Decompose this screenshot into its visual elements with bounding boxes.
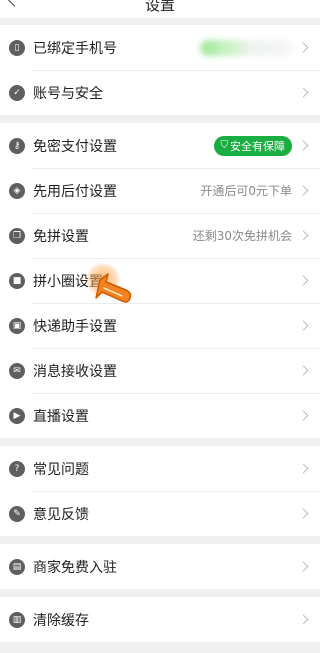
settings-row-clear-cache[interactable]: ▥ 清除缓存 <box>0 597 320 642</box>
settings-row-label: 账号与安全 <box>33 85 103 102</box>
settings-row-label: 常见问题 <box>33 461 89 478</box>
phone-icon: ▯ <box>9 39 25 56</box>
settings-group-merchant: ▤ 商家免费入驻 <box>0 544 320 589</box>
settings-row-label: 意见反馈 <box>33 506 89 523</box>
settings-row-label: 快递助手设置 <box>33 318 117 335</box>
chevron-right-icon <box>298 365 309 376</box>
settings-row-free-group[interactable]: ❐ 免拼设置 还剩30次免拼机会 <box>0 213 320 258</box>
chevron-right-icon <box>298 140 309 151</box>
package-icon: ▣ <box>9 317 25 334</box>
chevron-right-icon <box>298 508 309 519</box>
edit-icon: ✎ <box>9 505 25 522</box>
question-icon: ? <box>9 460 25 477</box>
settings-group-payment: ⚷ 免密支付设置 ⛉ 安全有保障 ◈ 先用后付设置 开通后可0元下单 ❐ 免拼设… <box>0 123 320 438</box>
chevron-right-icon <box>298 230 309 241</box>
settings-group-account: ▯ 已绑定手机号 ✓ 账号与安全 <box>0 25 320 115</box>
settings-row-live[interactable]: ▶ 直播设置 <box>0 393 320 438</box>
lock-icon: ■ <box>9 272 25 289</box>
top-bar: 设置 <box>0 0 320 18</box>
blurred-phone-number <box>200 39 292 56</box>
chevron-right-icon <box>298 410 309 421</box>
settings-group-cache: ▥ 清除缓存 <box>0 597 320 642</box>
security-badge: ⛉ 安全有保障 <box>213 135 292 156</box>
settings-row-notifications[interactable]: ✉ 消息接收设置 <box>0 348 320 393</box>
settings-row-merchant-join[interactable]: ▤ 商家免费入驻 <box>0 544 320 589</box>
badge-text: 安全有保障 <box>230 139 285 153</box>
chevron-right-icon <box>298 185 309 196</box>
settings-row-label: 先用后付设置 <box>33 183 117 200</box>
settings-row-label: 消息接收设置 <box>33 363 117 380</box>
settings-row-label: 已绑定手机号 <box>33 40 117 57</box>
settings-row-account-security[interactable]: ✓ 账号与安全 <box>0 70 320 115</box>
store-icon: ▤ <box>9 558 25 575</box>
settings-row-label: 直播设置 <box>33 408 89 425</box>
chevron-right-icon <box>298 561 309 572</box>
copy-icon: ❐ <box>9 227 25 244</box>
settings-row-value: 开通后可0元下单 <box>200 184 292 198</box>
settings-row-pay-later[interactable]: ◈ 先用后付设置 开通后可0元下单 <box>0 168 320 213</box>
settings-row-circle[interactable]: ■ 拼小圈设置 <box>0 258 320 303</box>
video-icon: ▶ <box>9 407 25 424</box>
settings-row-faq[interactable]: ? 常见问题 <box>0 446 320 491</box>
shield-icon: ✓ <box>9 84 25 101</box>
tap-highlight <box>86 263 120 297</box>
trash-icon: ▥ <box>9 611 25 628</box>
bottom-spacer <box>0 645 320 653</box>
shield-check-icon: ⛉ <box>220 140 229 151</box>
pay-later-icon: ◈ <box>9 182 25 199</box>
settings-row-label: 免拼设置 <box>33 228 89 245</box>
settings-row-label: 清除缓存 <box>33 612 89 629</box>
settings-group-help: ? 常见问题 ✎ 意见反馈 <box>0 446 320 536</box>
chevron-right-icon <box>298 42 309 53</box>
settings-row-value: 还剩30次免拼机会 <box>192 229 292 243</box>
settings-row-label: 商家免费入驻 <box>33 559 117 576</box>
settings-row-label: 拼小圈设置 <box>33 273 103 290</box>
settings-row-express-assistant[interactable]: ▣ 快递助手设置 <box>0 303 320 348</box>
page-title: 设置 <box>144 0 175 14</box>
settings-row-label: 免密支付设置 <box>33 138 117 155</box>
settings-row-bound-phone[interactable]: ▯ 已绑定手机号 <box>0 25 320 70</box>
settings-row-feedback[interactable]: ✎ 意见反馈 <box>0 491 320 536</box>
chevron-right-icon <box>298 614 309 625</box>
key-icon: ⚷ <box>9 137 25 154</box>
chevron-right-icon <box>298 463 309 474</box>
chevron-right-icon <box>298 87 309 98</box>
chevron-right-icon <box>298 275 309 286</box>
mail-icon: ✉ <box>9 362 25 379</box>
settings-row-password-free-pay[interactable]: ⚷ 免密支付设置 ⛉ 安全有保障 <box>0 123 320 168</box>
chevron-right-icon <box>298 320 309 331</box>
